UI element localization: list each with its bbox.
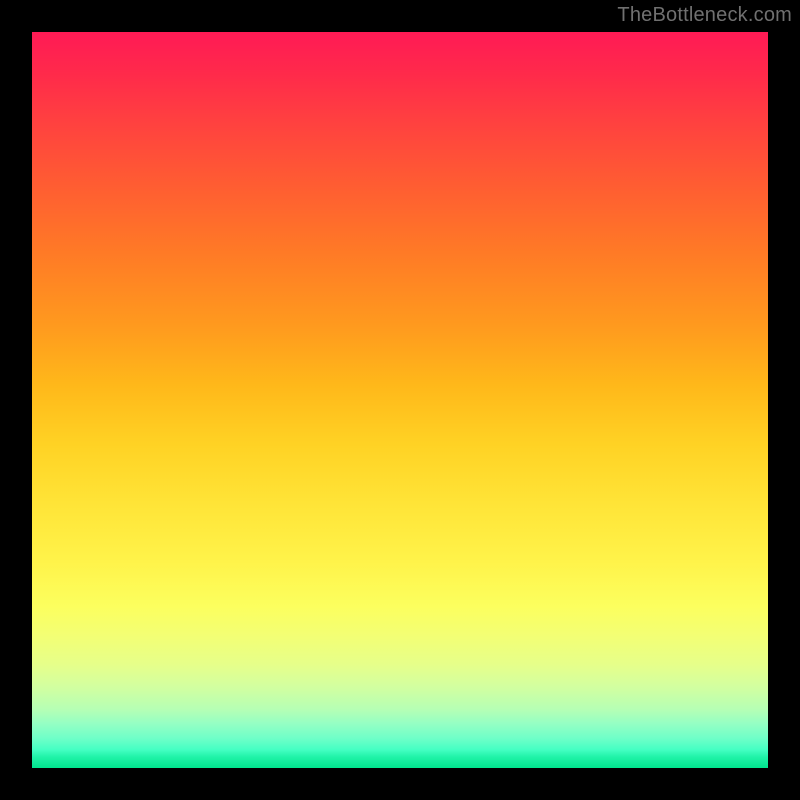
chart-frame: TheBottleneck.com: [0, 0, 800, 800]
plot-area: [32, 32, 768, 768]
watermark-text: TheBottleneck.com: [617, 4, 792, 27]
heat-gradient-background: [32, 32, 768, 768]
